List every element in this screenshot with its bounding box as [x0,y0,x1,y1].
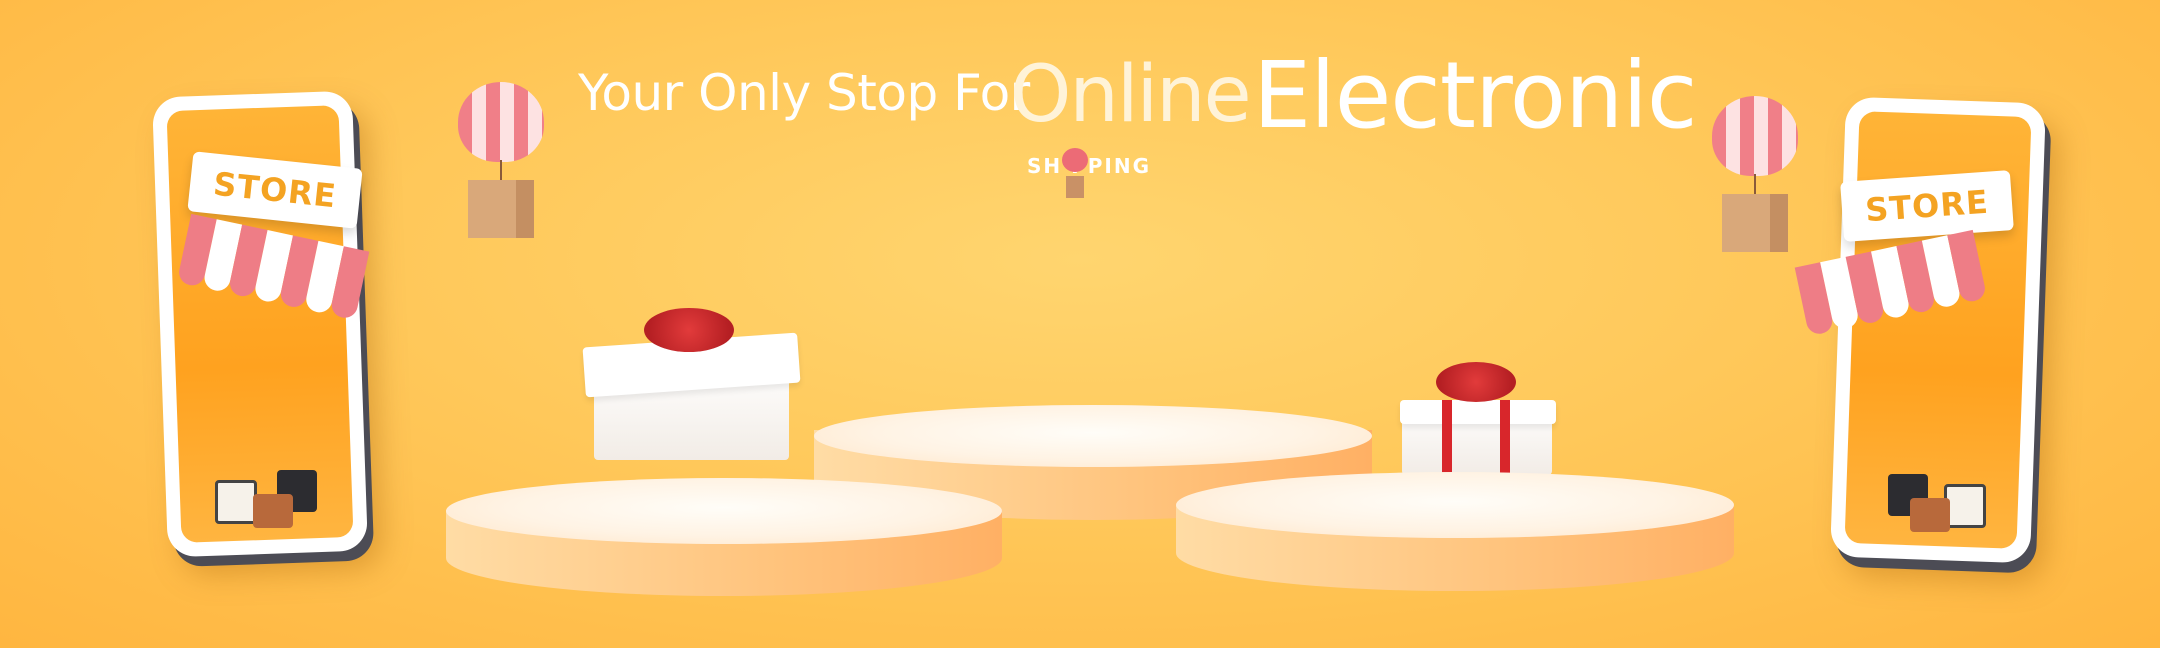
podium-front-right-top [1176,472,1734,538]
balloon-right-icon [1712,96,1798,252]
shopping-label: SH PPING [1027,154,1152,178]
right-store-sign: STORE [1840,170,2014,242]
left-shopping-icons [215,470,317,530]
podium-back-top [814,405,1372,467]
balloon-left-icon [458,82,544,238]
headline-prefix: Your Only Stop For [578,64,1030,122]
shopping-bag-icon [1910,498,1950,532]
headline-online: Online [1010,50,1252,140]
podium-front-left-top [446,478,1002,544]
shopping-bag-icon [253,494,293,528]
calculator-icon [215,480,257,524]
gift-box-right-icon [1400,350,1560,480]
right-shopping-icons [1888,474,1988,534]
parcel-icon [468,180,534,238]
small-balloon-icon [1062,148,1088,172]
calculator-icon [1944,484,1986,528]
gift-box-left-icon [582,300,804,490]
headline-electronic: Electronic [1253,42,1697,149]
parcel-icon [1722,194,1788,252]
hero-banner: Your Only Stop For Online Electronic SH … [0,0,2160,648]
small-parcel-icon [1066,176,1084,198]
